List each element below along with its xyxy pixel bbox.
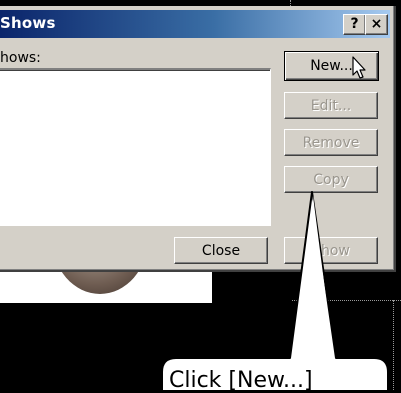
close-icon[interactable]: × (365, 14, 388, 35)
dialog-titlebar[interactable]: Shows ? × (0, 10, 390, 38)
dialog-title: Shows (0, 14, 56, 32)
selection-guide-horizontal (292, 300, 401, 301)
callout-text: Click [New...] (169, 368, 313, 393)
copy-button[interactable]: Copy (284, 166, 378, 193)
remove-button[interactable]: Remove (284, 129, 378, 156)
shows-list-label: hows: (0, 50, 41, 66)
show-button[interactable]: Show (284, 237, 378, 264)
close-button[interactable]: Close (174, 237, 268, 264)
shows-listbox[interactable] (0, 68, 271, 226)
help-button[interactable]: ? (343, 14, 366, 35)
edit-button[interactable]: Edit... (284, 92, 378, 119)
selection-guide-vertical (393, 300, 394, 390)
mouse-pointer-icon (352, 56, 366, 79)
custom-shows-dialog: Shows ? × hows: New... Edit... Remove Co… (0, 6, 396, 272)
